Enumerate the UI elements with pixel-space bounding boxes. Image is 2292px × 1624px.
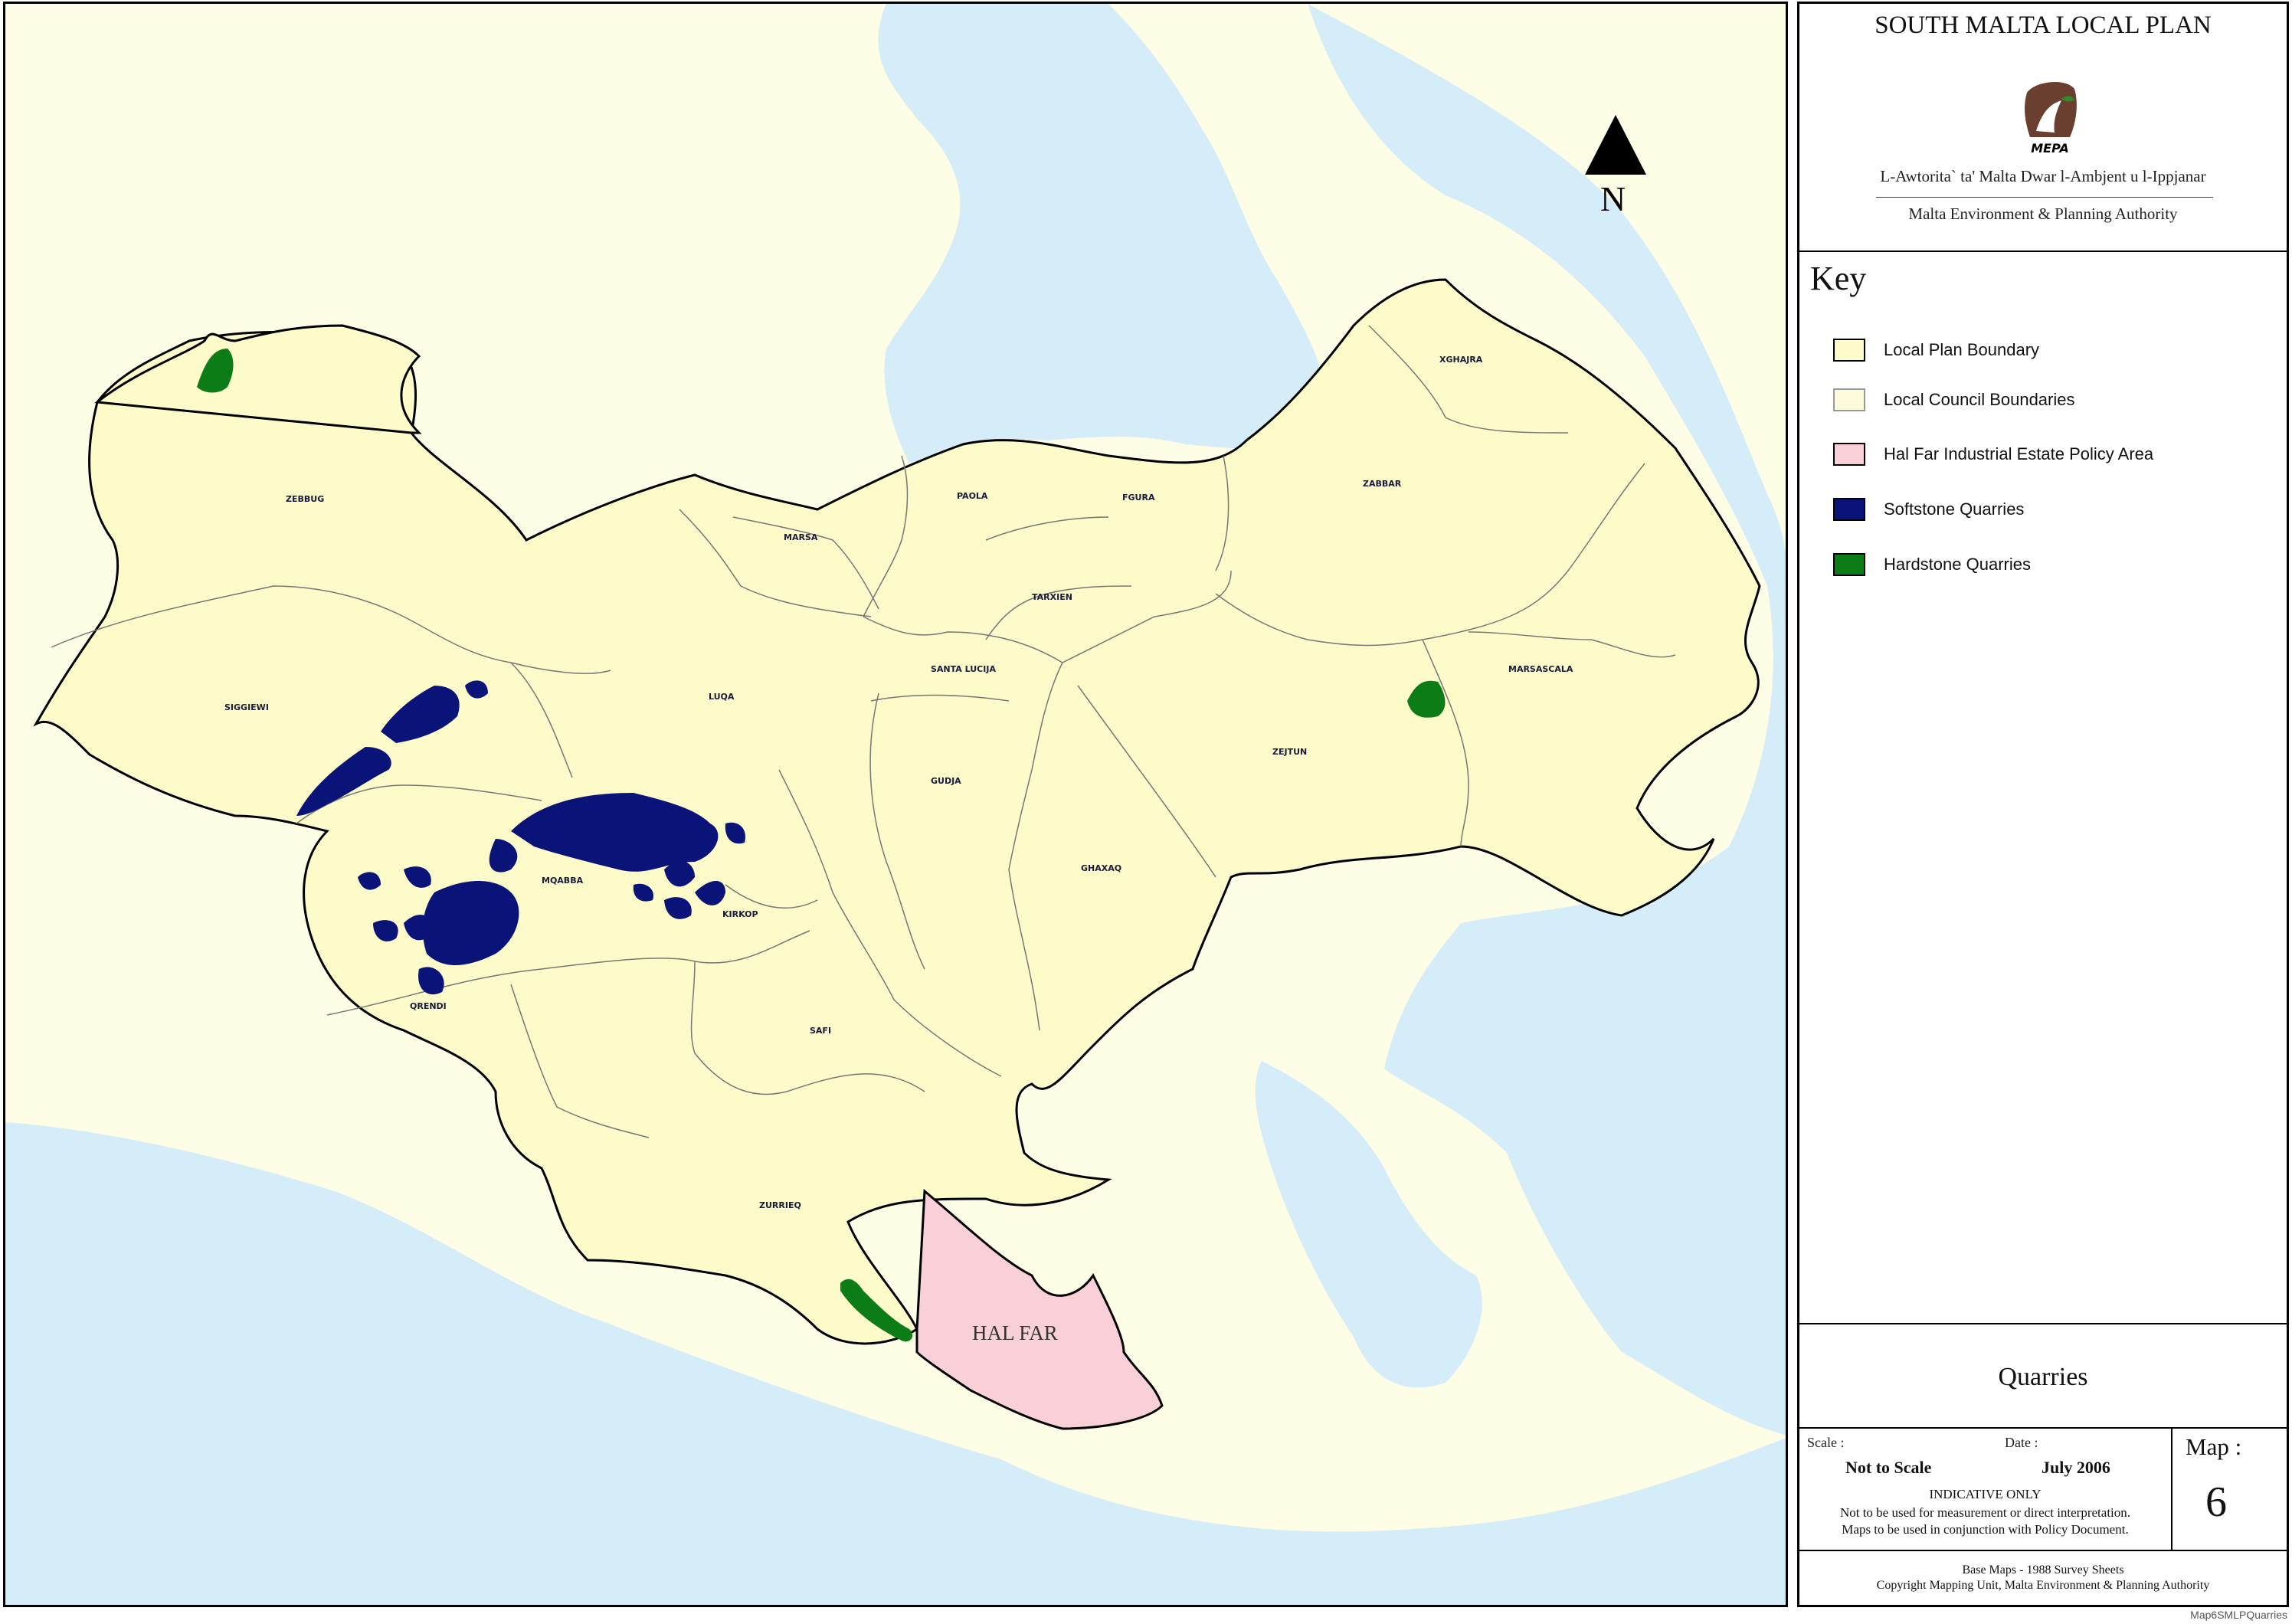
subject-divider-top <box>1799 1323 2287 1324</box>
hal-far-label: HAL FAR <box>972 1321 1058 1344</box>
legend-swatch <box>1833 498 1865 521</box>
file-reference: Map6SMLPQuarries <box>2190 1609 2287 1621</box>
north-label: N <box>1600 179 1626 218</box>
place-label: SAFI <box>810 1026 831 1036</box>
place-label: KIRKOP <box>722 909 758 919</box>
scale-value: Not to Scale <box>1845 1458 1932 1477</box>
legend-label: Hardstone Quarries <box>1884 555 2031 574</box>
map-number-label: Map : <box>2186 1433 2242 1460</box>
policy-note: Maps to be used in conjunction with Poli… <box>1842 1522 2129 1537</box>
map-subject: Quarries <box>1998 1363 2088 1391</box>
legend-panel: SOUTH MALTA LOCAL PLAN MEPA L-Awtorita` … <box>1797 2 2289 1607</box>
header-divider <box>1799 250 2287 252</box>
place-label: ZEBBUG <box>286 494 324 504</box>
map-number-divider <box>2171 1427 2172 1550</box>
plan-title: SOUTH MALTA LOCAL PLAN <box>1875 11 2212 39</box>
place-label: TARXIEN <box>1032 592 1072 602</box>
legend-label: Local Plan Boundary <box>1884 340 2040 359</box>
svg-text:MEPA: MEPA <box>2031 141 2069 156</box>
authority-name-english: Malta Environment & Planning Authority <box>1908 205 2178 223</box>
place-label: MARSA <box>784 532 818 542</box>
legend-swatch <box>1833 388 1865 411</box>
sea-harbour <box>878 4 1328 463</box>
legend-label: Hal Far Industrial Estate Policy Area <box>1884 444 2154 463</box>
base-maps-note: Base Maps - 1988 Survey Sheets <box>1962 1563 2124 1577</box>
place-label: ZEJTUN <box>1272 747 1307 757</box>
key-item-local-plan-boundary: Local Plan Boundary <box>1833 337 2039 363</box>
indicative-note: INDICATIVE ONLY <box>1929 1487 2042 1501</box>
place-label: LUQA <box>709 692 735 702</box>
legend-swatch <box>1833 339 1865 362</box>
mepa-logo-icon: MEPA <box>2025 81 2077 156</box>
key-heading: Key <box>1810 260 1867 297</box>
key-item-local-council-boundaries: Local Council Boundaries <box>1833 387 2075 413</box>
place-label: MARSASCALA <box>1508 664 1573 674</box>
place-label: QRENDI <box>410 1001 447 1011</box>
place-label: GHAXAQ <box>1081 863 1121 873</box>
place-label: SANTA LUCIJA <box>931 664 996 674</box>
place-label: FGURA <box>1122 493 1155 503</box>
map-frame: ZEBBUG SIGGIEWI LUQA MARSA PAOLA FGURA T… <box>3 2 1788 1607</box>
date-value: July 2006 <box>2042 1458 2110 1477</box>
place-label: ZABBAR <box>1363 479 1402 489</box>
date-label: Date : <box>2005 1435 2038 1450</box>
copyright-note: Copyright Mapping Unit, Malta Environmen… <box>1876 1579 2210 1592</box>
authority-name-maltese: L-Awtorita` ta' Malta Dwar l-Ambjent u l… <box>1880 167 2206 185</box>
place-label: XGHAJRA <box>1439 355 1483 365</box>
place-label: SIGGIEWI <box>224 702 269 712</box>
measurement-note: Not to be used for measurement or direct… <box>1839 1505 2131 1520</box>
place-label: ZURRIEQ <box>759 1200 801 1210</box>
key-item-hardstone-quarries: Hardstone Quarries <box>1833 552 2031 578</box>
map-number: 6 <box>2205 1478 2227 1526</box>
legend-swatch <box>1833 443 1865 466</box>
key-item-softstone-quarries: Softstone Quarries <box>1833 496 2024 522</box>
sea-marsaxlokk-bay <box>1255 1061 1482 1388</box>
legend-label: Softstone Quarries <box>1884 499 2025 519</box>
subject-divider-bottom <box>1799 1427 2287 1429</box>
hal-far-area <box>915 1188 1164 1430</box>
legend-swatch <box>1833 553 1865 576</box>
north-arrow-icon <box>1585 115 1646 175</box>
footer-divider <box>1799 1550 2287 1551</box>
legend-label: Local Council Boundaries <box>1884 390 2075 409</box>
place-label: PAOLA <box>957 491 988 501</box>
place-label: MQABBA <box>542 876 584 886</box>
map-canvas: ZEBBUG SIGGIEWI LUQA MARSA PAOLA FGURA T… <box>5 4 1786 1605</box>
authority-divider <box>1876 197 2213 198</box>
key-item-hal-far-policy-area: Hal Far Industrial Estate Policy Area <box>1833 441 2153 467</box>
place-label: GUDJA <box>931 776 961 786</box>
scale-label: Scale : <box>1807 1435 1845 1450</box>
